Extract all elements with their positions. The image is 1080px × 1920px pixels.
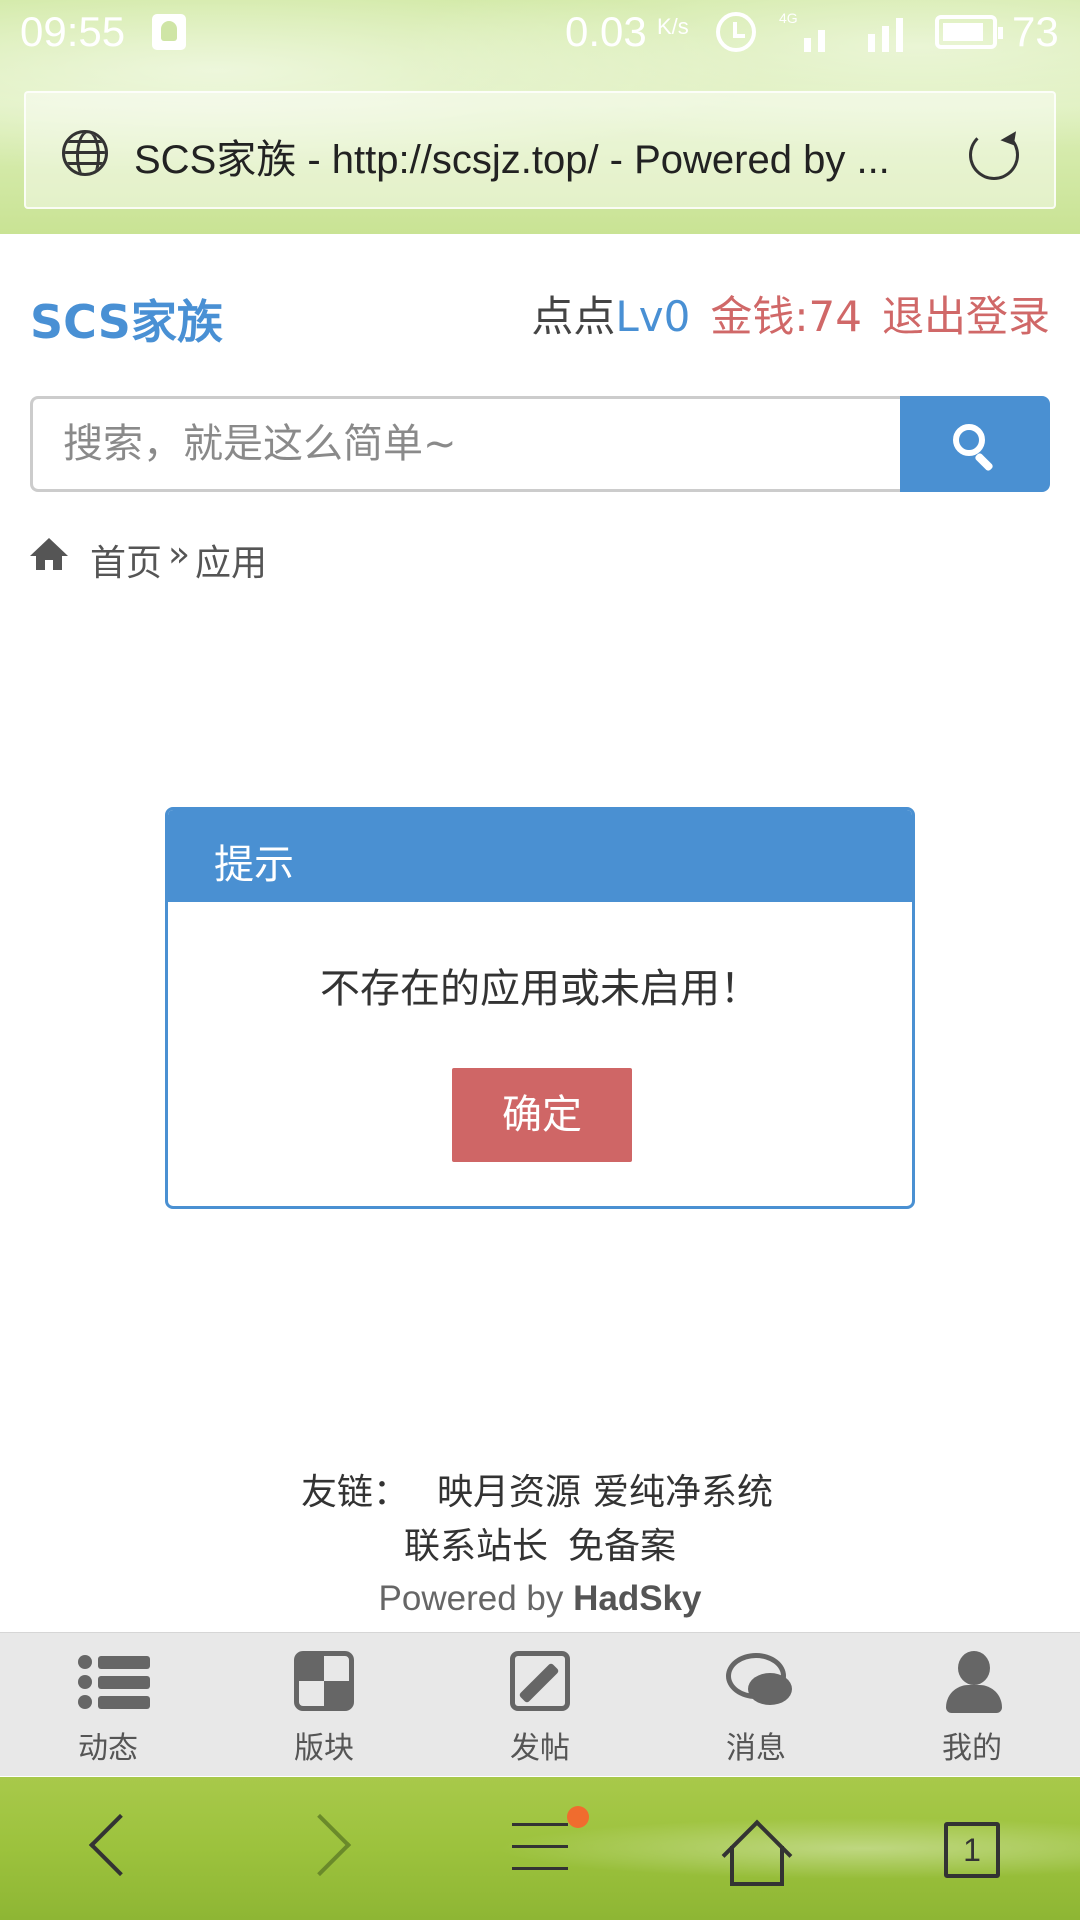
status-bar: 09:55 0.03 K/s 4G 73 <box>0 0 1080 64</box>
refresh-icon[interactable] <box>969 130 1019 180</box>
nav-item-label: 我的 <box>942 1731 1002 1766</box>
search-icon <box>953 424 985 456</box>
globe-icon <box>62 130 108 176</box>
notification-dot <box>567 1806 589 1828</box>
user-money[interactable]: 金钱:74 <box>710 292 862 341</box>
search-input[interactable] <box>30 396 902 492</box>
page-title[interactable]: SCS家族 - http://scsjz.top/ - Powered by .… <box>134 127 954 185</box>
tabs-button[interactable]: 1 <box>944 1822 1000 1878</box>
site-footer: 友链： 映月资源 爱纯净系统 联系站长 免备案 Powered by HadSky <box>0 1466 1080 1624</box>
user-info: 点点Lv0 金钱:74 退出登录 <box>531 283 1050 344</box>
signal-icon <box>778 14 913 52</box>
user-name[interactable]: 点点 <box>531 292 615 341</box>
search-button[interactable] <box>900 396 1050 492</box>
status-time: 09:55 <box>20 8 126 55</box>
nav-item-label: 动态 <box>78 1731 138 1766</box>
search-bar <box>30 396 1050 492</box>
site-logo[interactable]: SCS家族 <box>30 286 223 352</box>
nav-item-messages[interactable]: 消息 <box>648 1633 864 1777</box>
powered-by-brand[interactable]: HadSky <box>573 1579 701 1618</box>
breadcrumb-current: 应用 <box>195 543 268 584</box>
dialog-title: 提示 <box>214 842 294 888</box>
list-icon <box>78 1651 150 1711</box>
nav-item-me[interactable]: 我的 <box>864 1633 1080 1777</box>
friend-link[interactable]: 爱纯净系统 <box>593 1472 773 1513</box>
edit-icon <box>510 1651 570 1711</box>
nav-item-label: 消息 <box>726 1731 786 1766</box>
back-icon[interactable] <box>88 1813 152 1877</box>
nav-item-feed[interactable]: 动态 <box>0 1633 216 1777</box>
address-bar[interactable]: SCS家族 - http://scsjz.top/ - Powered by .… <box>24 91 1056 209</box>
logout-link[interactable]: 退出登录 <box>882 292 1050 341</box>
breadcrumb-home[interactable]: 首页 <box>90 534 162 586</box>
breadcrumb-separator: » <box>168 534 191 575</box>
browser-toolbar <box>0 1777 1080 1920</box>
board-icon <box>294 1651 354 1711</box>
network-speed-unit: K/s <box>657 14 689 39</box>
chat-icon <box>726 1651 792 1711</box>
battery-icon <box>935 15 1003 49</box>
powered-by: Powered by HadSky <box>0 1574 1080 1624</box>
forward-icon[interactable] <box>288 1813 352 1877</box>
home-page-icon[interactable] <box>721 1818 793 1910</box>
dialog-header: 提示 <box>168 810 912 902</box>
dialog-message: 不存在的应用或未启用！ <box>320 966 760 1012</box>
contact-admin-link[interactable]: 联系站长 <box>404 1526 548 1567</box>
alert-dialog: 提示 不存在的应用或未启用！ 确定 <box>165 807 915 1209</box>
friend-link[interactable]: 映月资源 <box>437 1472 581 1513</box>
home-icon[interactable] <box>30 538 68 572</box>
app-bottom-nav: 动态 版块 发帖 消息 我的 <box>0 1632 1080 1776</box>
friend-links-label: 友链： <box>300 1472 409 1513</box>
nav-item-boards[interactable]: 版块 <box>216 1633 432 1777</box>
user-icon <box>942 1651 1002 1713</box>
nav-item-label: 发帖 <box>510 1731 570 1766</box>
network-speed: 0.03 <box>565 8 647 55</box>
confirm-button[interactable]: 确定 <box>452 1068 632 1162</box>
nav-item-post[interactable]: 发帖 <box>432 1633 648 1777</box>
battery-level: 73 <box>1012 8 1059 55</box>
powered-by-prefix: Powered by <box>378 1579 564 1618</box>
nav-item-label: 版块 <box>294 1731 354 1766</box>
alarm-icon <box>716 12 756 52</box>
browser-top-chrome: 09:55 0.03 K/s 4G 73 SCS家族 - http://scsj… <box>0 0 1080 234</box>
friend-links: 友链： 映月资源 爱纯净系统 <box>0 1466 1080 1520</box>
icp-link[interactable]: 免备案 <box>568 1526 676 1567</box>
menu-icon[interactable] <box>512 1823 568 1873</box>
user-level[interactable]: Lv0 <box>615 292 690 341</box>
qq-notification-icon <box>152 14 186 50</box>
